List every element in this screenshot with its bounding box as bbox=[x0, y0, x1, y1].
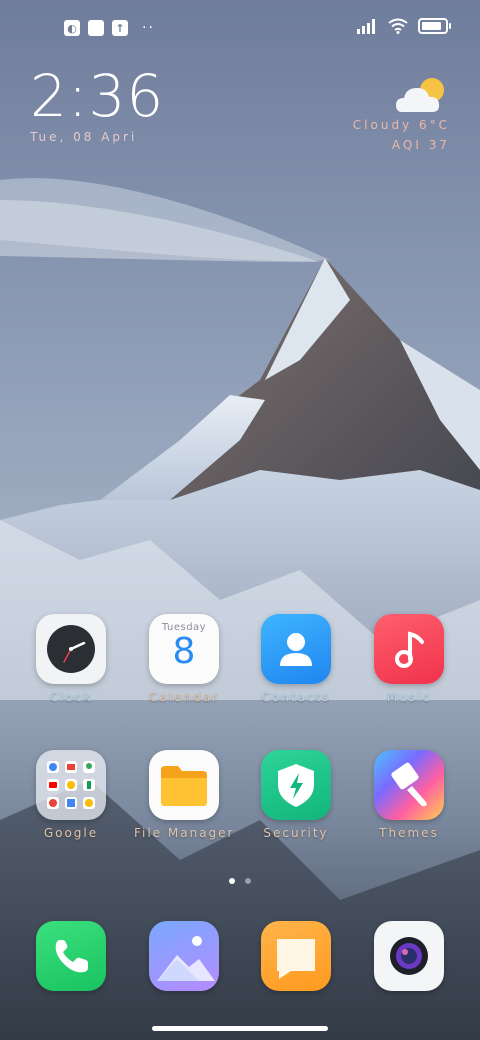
app-contacts[interactable]: Contacts bbox=[246, 614, 346, 704]
google-folder-icon bbox=[36, 750, 106, 820]
weather-aqi: AQI 37 bbox=[391, 138, 450, 152]
clock-date: Tue, 08 Apri bbox=[30, 130, 138, 144]
app-label: File Manager bbox=[134, 826, 235, 840]
dock-notes[interactable] bbox=[246, 921, 346, 991]
weather-widget[interactable]: Cloudy 6°C AQI 37 bbox=[353, 74, 450, 152]
calendar-day-number: 8 bbox=[172, 631, 196, 672]
security-shield-icon bbox=[261, 750, 331, 820]
page-indicator bbox=[0, 878, 480, 884]
gallery-icon bbox=[149, 921, 219, 991]
home-indicator[interactable] bbox=[152, 1026, 328, 1031]
paintbrush-icon bbox=[374, 750, 444, 820]
app-music[interactable]: Music bbox=[359, 614, 459, 704]
app-security[interactable]: Security bbox=[246, 750, 346, 840]
weather-condition: Cloudy 6°C bbox=[352, 118, 450, 132]
app-label: Google bbox=[43, 826, 99, 840]
app-calendar[interactable]: Tuesday 8 Calendar bbox=[134, 614, 234, 704]
app-label: Themes bbox=[379, 826, 439, 840]
signal-icon bbox=[357, 19, 375, 34]
battery-icon bbox=[418, 18, 451, 34]
status-bar: ◐ ↑ ·· bbox=[0, 0, 480, 56]
page-dot[interactable] bbox=[245, 878, 251, 884]
notes-icon bbox=[261, 921, 331, 991]
phone-icon bbox=[36, 921, 106, 991]
app-themes[interactable]: Themes bbox=[359, 750, 459, 840]
folder-icon bbox=[149, 750, 219, 820]
wifi-icon bbox=[388, 18, 408, 34]
app-label: Clock bbox=[49, 690, 93, 704]
partly-cloudy-icon bbox=[394, 74, 450, 118]
square-notification-icon bbox=[88, 20, 104, 36]
battery-level bbox=[422, 22, 441, 30]
app-label: Music bbox=[386, 690, 432, 704]
app-file-manager[interactable]: File Manager bbox=[134, 750, 234, 840]
dock-phone[interactable] bbox=[21, 921, 121, 991]
app-label: Contacts bbox=[261, 690, 331, 704]
clock-time: 2:36 bbox=[30, 62, 165, 130]
upload-icon: ↑ bbox=[112, 20, 128, 36]
app-label: Calendar bbox=[149, 690, 219, 704]
calendar-icon: Tuesday 8 bbox=[149, 614, 219, 684]
music-icon bbox=[374, 614, 444, 684]
app-google-folder[interactable]: Google bbox=[21, 750, 121, 840]
page-dot[interactable] bbox=[229, 878, 235, 884]
dock-camera[interactable] bbox=[359, 921, 459, 991]
notification-icon: ◐ bbox=[64, 20, 80, 36]
dock-gallery[interactable] bbox=[134, 921, 234, 991]
clock-widget[interactable]: 2:36 Tue, 08 Apri bbox=[30, 64, 164, 144]
camera-icon bbox=[374, 921, 444, 991]
contacts-icon bbox=[261, 614, 331, 684]
app-label: Security bbox=[263, 826, 329, 840]
wallpaper bbox=[0, 0, 480, 1040]
more-notifications: ·· bbox=[142, 20, 155, 36]
app-clock[interactable]: Clock bbox=[21, 614, 121, 704]
clock-icon bbox=[36, 614, 106, 684]
